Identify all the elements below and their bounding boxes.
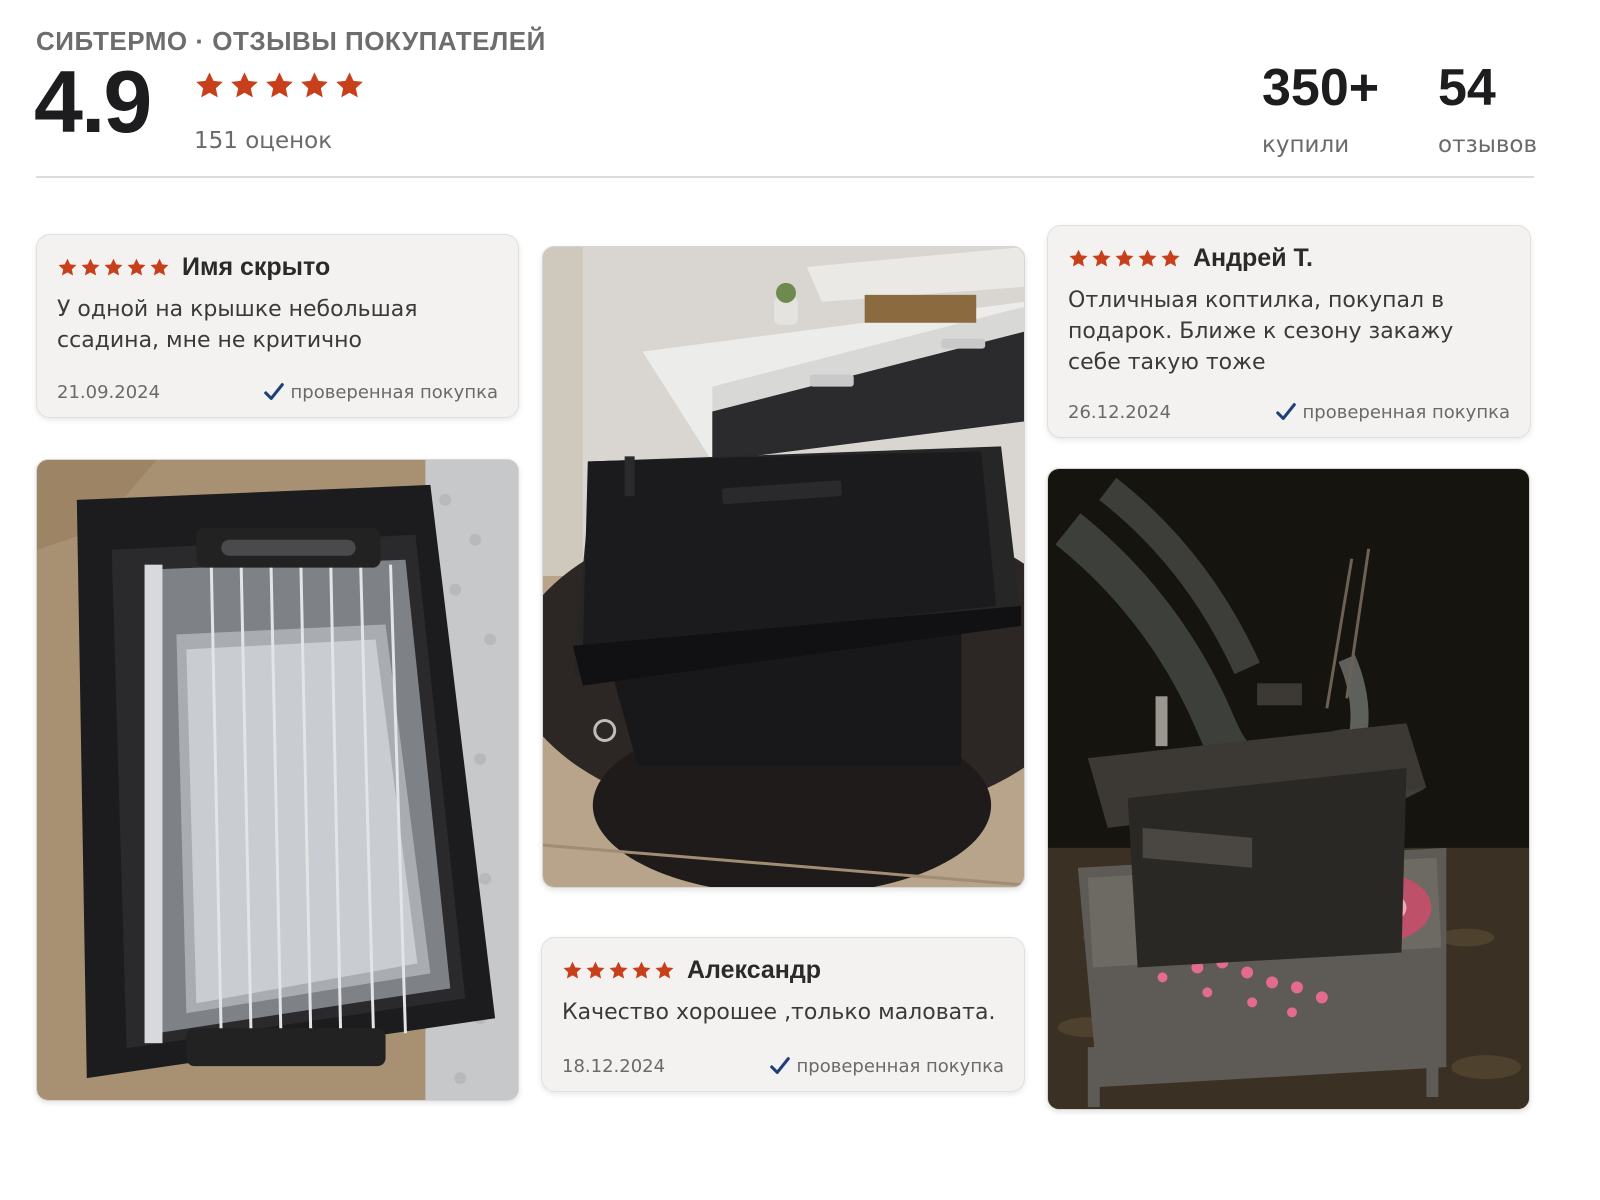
bought-label: купили	[1262, 132, 1350, 158]
review-stars	[562, 960, 675, 981]
star-icon	[654, 960, 675, 981]
header-divider	[36, 176, 1534, 178]
reviewer-name: Андрей Т.	[1193, 244, 1313, 272]
star-icon	[57, 257, 78, 278]
reviewer-name: Имя скрыто	[182, 253, 331, 281]
star-icon	[334, 70, 365, 101]
star-icon	[229, 70, 260, 101]
star-icon	[80, 257, 101, 278]
review-card[interactable]: Имя скрыто У одной на крышке небольшая с…	[36, 234, 519, 418]
review-date: 26.12.2024	[1068, 401, 1172, 423]
star-icon	[562, 960, 583, 981]
bought-stat: 350+ купили	[1262, 62, 1379, 158]
star-icon	[264, 70, 295, 101]
star-icon	[585, 960, 606, 981]
star-icon	[299, 70, 330, 101]
rating-stars	[194, 70, 365, 101]
check-icon	[769, 1055, 791, 1077]
verified-badge: проверенная покупка	[769, 1055, 1004, 1077]
star-icon	[631, 960, 652, 981]
review-stars	[1068, 248, 1181, 269]
star-icon	[194, 70, 225, 101]
verified-label: проверенная покупка	[1302, 401, 1510, 423]
star-icon	[126, 257, 147, 278]
star-icon	[1068, 248, 1089, 269]
review-date: 18.12.2024	[562, 1055, 666, 1077]
photo-open-smoker-box[interactable]	[36, 459, 519, 1101]
check-icon	[263, 381, 285, 403]
star-icon	[1091, 248, 1112, 269]
review-stars	[57, 257, 170, 278]
reviews-stat: 54 отзывов	[1438, 62, 1537, 158]
review-card[interactable]: Андрей Т. Отличныая коптилка, покупал в …	[1047, 225, 1531, 438]
review-card[interactable]: Александр Качество хорошее ,только малов…	[541, 937, 1025, 1092]
check-icon	[1275, 401, 1297, 423]
star-icon	[608, 960, 629, 981]
verified-label: проверенная покупка	[290, 381, 498, 403]
star-icon	[149, 257, 170, 278]
review-date: 21.09.2024	[57, 381, 161, 403]
review-text: У одной на крышке небольшая ссадина, мне…	[57, 297, 418, 353]
star-icon	[103, 257, 124, 278]
star-icon	[1114, 248, 1135, 269]
average-rating: 4.9	[34, 52, 152, 151]
star-icon	[1160, 248, 1181, 269]
photo-smoker-on-grill-night[interactable]	[1047, 468, 1530, 1110]
verified-badge: проверенная покупка	[1275, 401, 1510, 423]
review-text: Отличныая коптилка, покупал в подарок. Б…	[1068, 288, 1454, 375]
verified-badge: проверенная покупка	[263, 381, 498, 403]
rating-count: 151 оценок	[194, 128, 333, 154]
verified-label: проверенная покупка	[796, 1055, 1004, 1077]
photo-smoker-on-table[interactable]	[542, 246, 1025, 888]
reviews-count: 54	[1438, 59, 1496, 117]
bought-count: 350+	[1262, 59, 1380, 117]
reviews-label: отзывов	[1438, 132, 1538, 158]
review-text: Качество хорошее ,только маловата.	[562, 1000, 996, 1025]
star-icon	[1137, 248, 1158, 269]
reviewer-name: Александр	[687, 956, 822, 984]
